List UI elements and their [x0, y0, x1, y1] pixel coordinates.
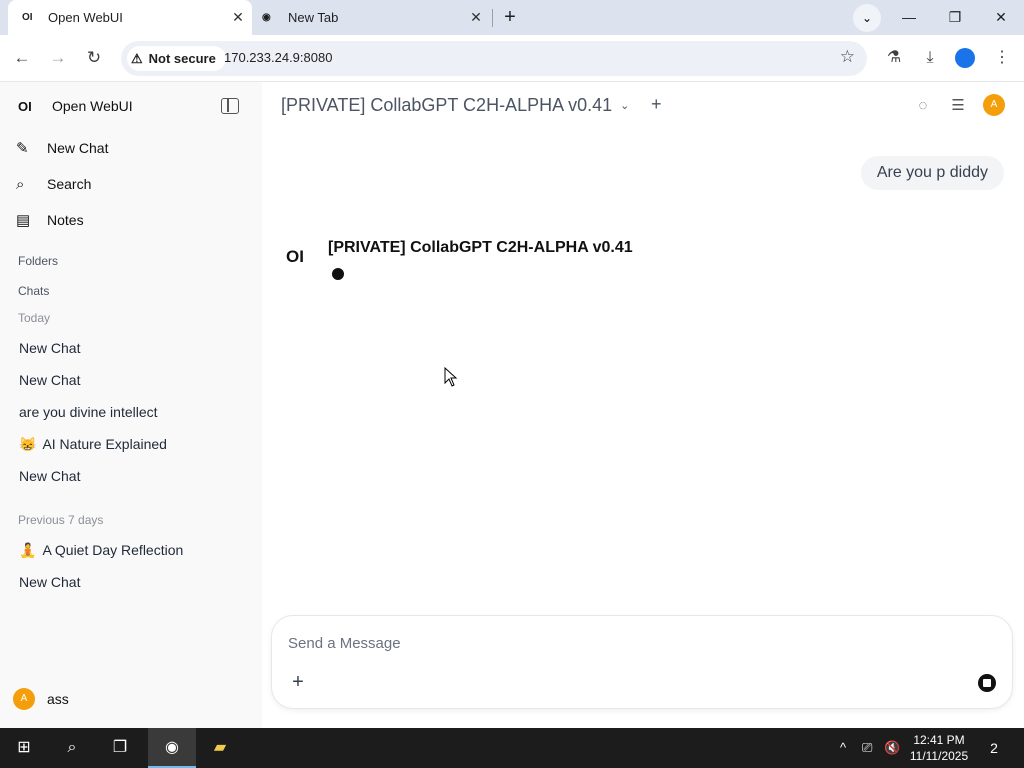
- taskbar-search-icon[interactable]: ⌕: [48, 728, 96, 768]
- file-explorer-icon[interactable]: ▰: [196, 728, 244, 768]
- start-button[interactable]: ⊞: [0, 728, 48, 768]
- profile-avatar-icon[interactable]: [955, 48, 975, 68]
- bookmark-star-icon[interactable]: ☆: [840, 47, 855, 67]
- sidebar: OI Open WebUI ✎ New Chat ⌕ Search ▤ Note…: [0, 82, 262, 728]
- clock-time: 12:41 PM: [913, 733, 965, 747]
- cat-emoji-icon: 😸: [19, 435, 37, 452]
- message-composer: +: [271, 615, 1013, 709]
- chat-title: A Quiet Day Reflection: [42, 542, 184, 558]
- back-button[interactable]: ←: [9, 45, 35, 71]
- chat-title: New Chat: [19, 372, 81, 388]
- new-chat-button[interactable]: ✎ New Chat: [16, 136, 108, 160]
- chrome-favicon-icon: ◉: [262, 12, 271, 23]
- address-bar[interactable]: ⚠ Not secure 170.233.24.9:8080 ☆: [121, 41, 867, 76]
- chat-title: AI Nature Explained: [42, 436, 167, 452]
- typing-indicator: [332, 268, 344, 280]
- sidebar-toggle-icon[interactable]: [221, 98, 239, 114]
- chat-title: New Chat: [19, 574, 81, 590]
- open-webui-app: OI Open WebUI ✎ New Chat ⌕ Search ▤ Note…: [0, 82, 1024, 728]
- search-icon: ⌕: [16, 175, 25, 193]
- temporary-chat-icon[interactable]: ◌: [913, 96, 933, 116]
- download-icon[interactable]: ⤓: [917, 45, 943, 71]
- mouse-cursor-icon: [444, 366, 458, 387]
- attach-plus-icon[interactable]: +: [288, 672, 308, 692]
- notifications-icon[interactable]: 2: [982, 736, 1006, 760]
- warning-icon: ⚠: [131, 50, 143, 66]
- security-label: Not secure: [148, 51, 216, 66]
- notes-button[interactable]: ▤ Notes: [16, 208, 84, 232]
- clock-date: 11/11/2025: [909, 749, 969, 763]
- task-view-icon[interactable]: ❐: [96, 728, 144, 768]
- minimize-button[interactable]: —: [886, 0, 932, 35]
- add-model-button[interactable]: +: [651, 94, 662, 115]
- chat-item[interactable]: New Chat: [19, 337, 80, 359]
- user-menu[interactable]: A ass: [13, 688, 69, 710]
- chevron-down-icon: ⌄: [620, 100, 630, 112]
- chat-title: are you divine intellect: [19, 404, 158, 420]
- chats-label[interactable]: Chats: [18, 284, 49, 298]
- chat-main: [PRIVATE] CollabGPT C2H-ALPHA v0.41 ⌄ + …: [262, 82, 1024, 728]
- search-label: Search: [47, 176, 92, 192]
- chrome-taskbar-icon[interactable]: ◉: [148, 728, 196, 768]
- chat-title: New Chat: [19, 340, 81, 356]
- today-label: Today: [18, 311, 51, 325]
- tab-search-button[interactable]: ⌄: [853, 4, 881, 32]
- maximize-button[interactable]: ❐: [932, 0, 978, 35]
- brand-name: Open WebUI: [52, 98, 133, 114]
- chat-item[interactable]: are you divine intellect: [19, 401, 158, 423]
- network-icon[interactable]: ⎚: [862, 728, 872, 768]
- browser-toolbar: ← → ↻ ⚠ Not secure 170.233.24.9:8080 ☆ ⚗…: [0, 35, 1024, 82]
- labs-flask-icon[interactable]: ⚗: [881, 45, 907, 71]
- new-tab-button[interactable]: +: [497, 4, 523, 30]
- tray-chevron-icon[interactable]: ^: [840, 728, 846, 768]
- user-name: ass: [47, 691, 69, 707]
- model-selector[interactable]: [PRIVATE] CollabGPT C2H-ALPHA v0.41 ⌄: [281, 95, 629, 116]
- tab-title: Open WebUI: [48, 10, 123, 25]
- browser-tab-strip: OI Open WebUI ✕ ◉ New Tab ✕ + ⌄ — ❐ ✕: [0, 0, 1024, 35]
- stop-generation-button[interactable]: [978, 674, 996, 692]
- chat-item[interactable]: New Chat: [19, 571, 80, 593]
- reload-button[interactable]: ↻: [81, 45, 107, 71]
- chat-title: New Chat: [19, 468, 81, 484]
- tab-title: New Tab: [288, 10, 339, 25]
- assistant-logo-icon: OI: [286, 247, 304, 266]
- open-webui-logo-icon: OI: [18, 98, 32, 114]
- controls-sliders-icon[interactable]: ☰: [948, 96, 968, 116]
- model-name: [PRIVATE] CollabGPT C2H-ALPHA v0.41: [281, 95, 613, 115]
- windows-taskbar: ⊞ ⌕ ❐ ◉ ▰ ^ ⎚ 🔇 12:41 PM 11/11/2025 2: [0, 728, 1024, 768]
- assistant-name: [PRIVATE] CollabGPT C2H-ALPHA v0.41: [328, 239, 633, 256]
- tab-new-tab[interactable]: ◉ New Tab ✕: [254, 0, 490, 35]
- close-window-button[interactable]: ✕: [978, 0, 1024, 35]
- open-webui-favicon-icon: OI: [22, 12, 33, 23]
- forward-button[interactable]: →: [45, 45, 71, 71]
- pencil-icon: ✎: [16, 140, 29, 157]
- chat-item[interactable]: 🧘 A Quiet Day Reflection: [19, 539, 183, 561]
- previous-7-days-label: Previous 7 days: [18, 513, 104, 527]
- volume-muted-icon[interactable]: 🔇: [884, 728, 900, 768]
- new-chat-label: New Chat: [47, 140, 109, 156]
- tab-open-webui[interactable]: OI Open WebUI ✕: [8, 0, 252, 35]
- notes-icon: ▤: [16, 212, 31, 229]
- taskbar-clock[interactable]: 12:41 PM 11/11/2025: [905, 732, 973, 764]
- brand[interactable]: OI Open WebUI: [18, 98, 133, 114]
- tab-close-icon[interactable]: ✕: [462, 9, 490, 26]
- message-input[interactable]: [288, 632, 968, 654]
- chat-item[interactable]: 😸 AI Nature Explained: [19, 433, 167, 455]
- chat-item[interactable]: New Chat: [19, 369, 80, 391]
- chat-item[interactable]: New Chat: [19, 465, 80, 487]
- folders-label[interactable]: Folders: [18, 254, 58, 268]
- notes-label: Notes: [47, 212, 84, 228]
- header-avatar[interactable]: A: [983, 94, 1005, 116]
- tab-separator: [492, 9, 493, 27]
- tab-close-icon[interactable]: ✕: [224, 9, 252, 26]
- meditation-emoji-icon: 🧘: [19, 541, 37, 558]
- user-message: Are you p diddy: [860, 156, 1004, 190]
- url-text[interactable]: 170.233.24.9:8080: [224, 50, 332, 65]
- browser-menu-icon[interactable]: ⋮: [989, 45, 1015, 71]
- security-chip[interactable]: ⚠ Not secure: [127, 46, 226, 71]
- avatar: A: [13, 688, 35, 710]
- search-button[interactable]: ⌕ Search: [16, 172, 91, 196]
